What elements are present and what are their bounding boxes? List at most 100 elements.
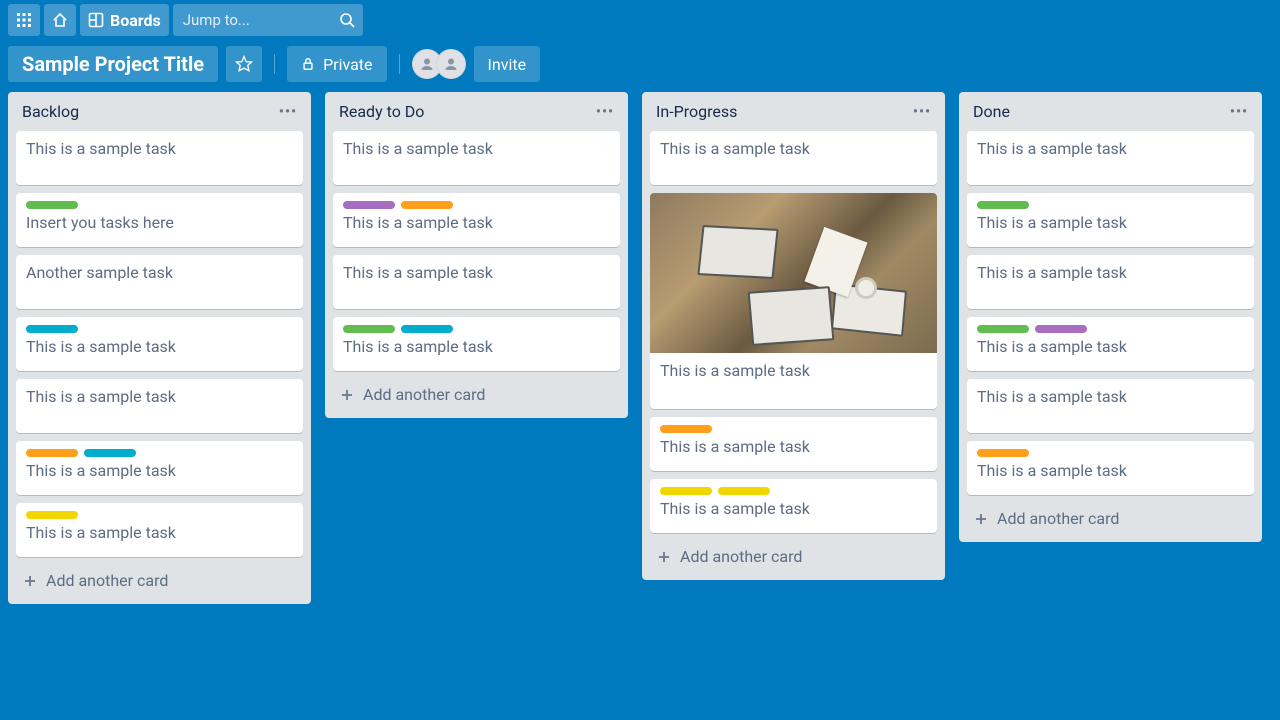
card-text: This is a sample task — [26, 461, 293, 480]
label-blue[interactable] — [401, 325, 453, 333]
card-text: This is a sample task — [343, 213, 610, 232]
card[interactable]: This is a sample task — [967, 193, 1254, 247]
label-purple[interactable] — [343, 201, 395, 209]
topbar: Boards — [0, 0, 1280, 40]
label-blue[interactable] — [84, 449, 136, 457]
card-text: This is a sample task — [660, 437, 927, 456]
plus-icon — [339, 387, 355, 403]
list: Backlog ••• This is a sample task Insert yo… — [8, 92, 311, 604]
card[interactable]: This is a sample task — [16, 317, 303, 371]
card[interactable]: This is a sample task — [650, 479, 937, 533]
card[interactable]: Insert you tasks here — [16, 193, 303, 247]
label-green[interactable] — [977, 325, 1029, 333]
label-green[interactable] — [26, 201, 78, 209]
list-menu-button[interactable]: ••• — [279, 104, 297, 120]
card-text: This is a sample task — [660, 361, 927, 380]
card[interactable]: This is a sample task — [16, 503, 303, 557]
card[interactable]: This is a sample task — [333, 131, 620, 185]
label-orange[interactable] — [26, 449, 78, 457]
add-card-button[interactable]: Add another card — [967, 503, 1254, 534]
list: Ready to Do ••• This is a sample task This … — [325, 92, 628, 418]
card-text: This is a sample task — [660, 499, 927, 518]
add-card-button[interactable]: Add another card — [650, 541, 937, 572]
card[interactable]: This is a sample task — [333, 255, 620, 309]
apps-button[interactable] — [8, 4, 40, 36]
member-avatars — [412, 49, 466, 79]
boards-label: Boards — [110, 11, 161, 30]
label-orange[interactable] — [660, 425, 712, 433]
privacy-label: Private — [323, 55, 372, 74]
card[interactable]: This is a sample task — [16, 379, 303, 433]
user-icon — [419, 56, 435, 72]
list-menu-button[interactable]: ••• — [913, 104, 931, 120]
separator — [399, 54, 400, 74]
card-labels — [977, 201, 1244, 209]
card-text: This is a sample task — [26, 337, 293, 356]
add-card-label: Add another card — [680, 547, 802, 566]
card-text: This is a sample task — [977, 337, 1244, 356]
invite-button[interactable]: Invite — [474, 46, 541, 82]
plus-icon — [973, 511, 989, 527]
label-orange[interactable] — [977, 449, 1029, 457]
card[interactable]: This is a sample task — [650, 193, 937, 409]
card[interactable]: This is a sample task — [650, 131, 937, 185]
list-title[interactable]: In-Progress — [656, 102, 737, 121]
plus-icon — [22, 573, 38, 589]
star-button[interactable] — [226, 46, 262, 82]
card-labels — [26, 325, 293, 333]
label-orange[interactable] — [401, 201, 453, 209]
card-labels — [660, 425, 927, 433]
card[interactable]: This is a sample task — [333, 193, 620, 247]
card-labels — [343, 201, 610, 209]
card[interactable]: This is a sample task — [16, 441, 303, 495]
label-yellow[interactable] — [660, 487, 712, 495]
card-text: This is a sample task — [26, 139, 293, 158]
label-yellow[interactable] — [718, 487, 770, 495]
label-purple[interactable] — [1035, 325, 1087, 333]
user-icon — [443, 56, 459, 72]
card[interactable]: This is a sample task — [16, 131, 303, 185]
boards-button[interactable]: Boards — [80, 4, 169, 36]
add-card-button[interactable]: Add another card — [333, 379, 620, 410]
separator — [274, 54, 275, 74]
list-title[interactable]: Ready to Do — [339, 102, 424, 121]
label-blue[interactable] — [26, 325, 78, 333]
card-labels — [660, 487, 927, 495]
list-title[interactable]: Done — [973, 102, 1010, 121]
label-green[interactable] — [343, 325, 395, 333]
card-text: This is a sample task — [26, 387, 293, 406]
card[interactable]: This is a sample task — [967, 255, 1254, 309]
card[interactable]: This is a sample task — [650, 417, 937, 471]
card-cover-image — [650, 193, 937, 353]
plus-icon — [656, 549, 672, 565]
card[interactable]: This is a sample task — [333, 317, 620, 371]
search-wrap — [173, 4, 363, 36]
card-text: This is a sample task — [977, 263, 1244, 282]
list-title[interactable]: Backlog — [22, 102, 79, 121]
card-labels — [977, 449, 1244, 457]
avatar[interactable] — [436, 49, 466, 79]
privacy-button[interactable]: Private — [287, 46, 386, 82]
boards-icon — [88, 12, 104, 28]
card[interactable]: Another sample task — [16, 255, 303, 309]
card[interactable]: This is a sample task — [967, 441, 1254, 495]
search-input[interactable] — [173, 4, 363, 36]
board-title[interactable]: Sample Project Title — [8, 46, 218, 82]
card-text: This is a sample task — [343, 139, 610, 158]
home-button[interactable] — [44, 4, 76, 36]
list-header: Done ••• — [967, 100, 1254, 123]
home-icon — [52, 12, 68, 28]
list-menu-button[interactable]: ••• — [596, 104, 614, 120]
card-text: This is a sample task — [977, 213, 1244, 232]
card-text: Another sample task — [26, 263, 293, 282]
list-menu-button[interactable]: ••• — [1230, 104, 1248, 120]
add-card-button[interactable]: Add another card — [16, 565, 303, 596]
label-yellow[interactable] — [26, 511, 78, 519]
card[interactable]: This is a sample task — [967, 379, 1254, 433]
card[interactable]: This is a sample task — [967, 131, 1254, 185]
label-green[interactable] — [977, 201, 1029, 209]
card-labels — [26, 511, 293, 519]
card-text: This is a sample task — [977, 387, 1244, 406]
card[interactable]: This is a sample task — [967, 317, 1254, 371]
board-canvas: Backlog ••• This is a sample task Insert yo… — [0, 88, 1280, 608]
